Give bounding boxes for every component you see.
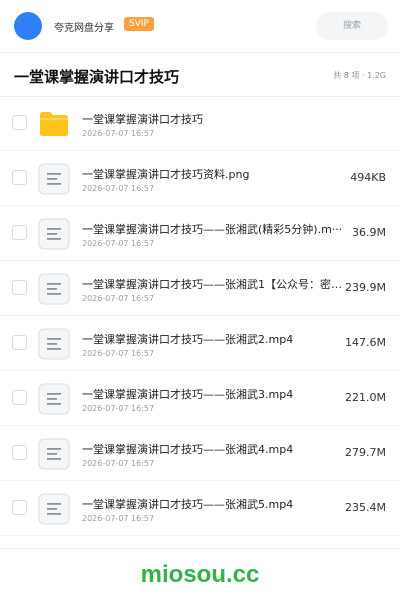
file-name: 一堂课掌握演讲口才技巧——张湘武(精彩5分钟).m··· xyxy=(82,223,343,236)
file-size: 239.9M xyxy=(343,281,386,294)
file-name: 一堂课掌握演讲口才技巧——张湘武1【公众号：密知圈 xyxy=(82,278,352,291)
row-checkbox[interactable] xyxy=(12,335,27,350)
file-name: 一堂课掌握演讲口才技巧——张湘武2.mp4 xyxy=(82,333,294,346)
file-date: 2026-07-07 16:57 xyxy=(82,514,155,523)
file-row[interactable]: 一堂课掌握演讲口才技巧——张湘武5.mp4 2026-07-07 16:57 2… xyxy=(0,481,400,536)
file-date: 2026-07-07 16:57 xyxy=(82,404,155,413)
file-size: 235.4M xyxy=(343,501,386,514)
file-icon xyxy=(38,438,70,470)
top-bar: 夸克网盘分享 SVIP 搜索 xyxy=(0,0,400,53)
file-row[interactable]: 一堂课掌握演讲口才技巧 2026-07-07 16:57 xyxy=(0,96,400,151)
file-name: 一堂课掌握演讲口才技巧——张湘武5.mp4 xyxy=(82,498,294,511)
file-size: 279.7M xyxy=(343,446,386,459)
folder-header: 一堂课掌握演讲口才技巧 共 8 项 · 1.2G xyxy=(0,58,400,97)
file-icon xyxy=(38,328,70,360)
file-icon xyxy=(38,383,70,415)
file-date: 2026-07-07 16:57 xyxy=(82,294,155,303)
file-name: 一堂课掌握演讲口才技巧——张湘武3.mp4 xyxy=(82,388,294,401)
watermark-text: miosou.cc xyxy=(140,561,260,588)
file-size: 147.6M xyxy=(343,336,386,349)
file-row[interactable]: 一堂课掌握演讲口才技巧——张湘武2.mp4 2026-07-07 16:57 1… xyxy=(0,316,400,371)
search-button[interactable]: 搜索 xyxy=(316,12,388,40)
row-checkbox[interactable] xyxy=(12,225,27,240)
file-size: 494KB xyxy=(348,171,386,184)
row-checkbox[interactable] xyxy=(12,170,27,185)
avatar[interactable] xyxy=(14,12,42,40)
file-row[interactable]: 一堂课掌握演讲口才技巧——张湘武(精彩5分钟).m··· 2026-07-07 … xyxy=(0,206,400,261)
file-icon xyxy=(38,273,70,305)
svip-badge: SVIP xyxy=(124,17,154,31)
row-checkbox[interactable] xyxy=(12,445,27,460)
footer: miosou.cc xyxy=(0,548,400,601)
folder-summary: 共 8 项 · 1.2G xyxy=(333,71,386,80)
file-date: 2026-07-07 16:57 xyxy=(82,349,155,358)
file-date: 2026-07-07 16:57 xyxy=(82,459,155,468)
page-title: 一堂课掌握演讲口才技巧 xyxy=(14,68,180,86)
file-name: 一堂课掌握演讲口才技巧——张湘武4.mp4 xyxy=(82,443,294,456)
file-name: 一堂课掌握演讲口才技巧资料.png xyxy=(82,168,250,181)
file-list: 一堂课掌握演讲口才技巧 2026-07-07 16:57 一堂课掌握演讲口才技巧… xyxy=(0,96,400,536)
file-date: 2026-07-07 16:57 xyxy=(82,239,155,248)
file-row[interactable]: 一堂课掌握演讲口才技巧资料.png 2026-07-07 16:57 494KB xyxy=(0,151,400,206)
row-checkbox[interactable] xyxy=(12,500,27,515)
folder-icon xyxy=(38,108,70,140)
file-icon xyxy=(38,493,70,525)
row-checkbox[interactable] xyxy=(12,280,27,295)
file-size: 36.9M xyxy=(350,226,386,239)
row-checkbox[interactable] xyxy=(12,390,27,405)
file-date: 2026-07-07 16:57 xyxy=(82,129,155,138)
file-row[interactable]: 一堂课掌握演讲口才技巧——张湘武1【公众号：密知圈 2026-07-07 16:… xyxy=(0,261,400,316)
file-row[interactable]: 一堂课掌握演讲口才技巧——张湘武3.mp4 2026-07-07 16:57 2… xyxy=(0,371,400,426)
file-icon xyxy=(38,218,70,250)
row-checkbox[interactable] xyxy=(12,115,27,130)
file-date: 2026-07-07 16:57 xyxy=(82,184,155,193)
file-icon xyxy=(38,163,70,195)
file-row[interactable]: 一堂课掌握演讲口才技巧——张湘武4.mp4 2026-07-07 16:57 2… xyxy=(0,426,400,481)
file-name: 一堂课掌握演讲口才技巧 xyxy=(82,113,203,126)
brand-label: 夸克网盘分享 xyxy=(54,23,114,34)
file-size: 221.0M xyxy=(343,391,386,404)
